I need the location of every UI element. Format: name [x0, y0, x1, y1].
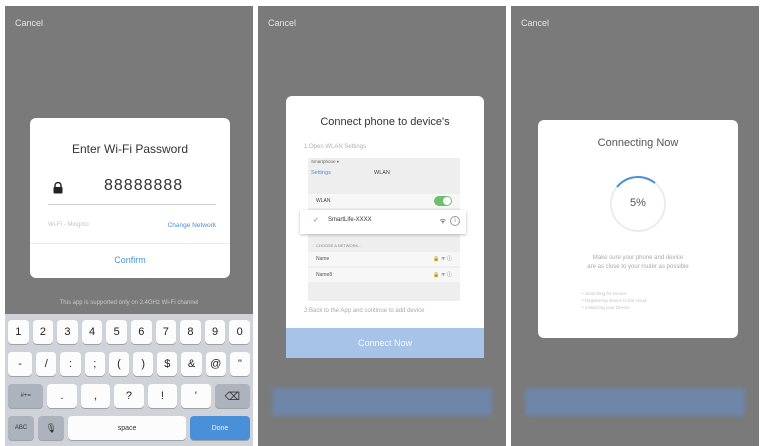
channel-hint: This app is supported only on 2.4GHz Wi-… — [59, 300, 199, 306]
space-key[interactable]: space — [68, 416, 186, 440]
key[interactable]: ) — [133, 352, 154, 376]
connect-dialog: Connect phone to device's 1.Open WLAN Se… — [286, 96, 484, 358]
key[interactable]: 3 — [57, 320, 78, 344]
back-link: Settings — [311, 170, 331, 176]
keyboard-row-3: #+= . , ? ! ' ⌫ — [8, 384, 250, 408]
status-bar: Smartphone ♦ — [311, 159, 340, 164]
key[interactable]: " — [229, 352, 251, 376]
change-network-link[interactable]: Change Network — [168, 222, 216, 229]
divider — [30, 243, 230, 244]
key[interactable]: 5 — [106, 320, 127, 344]
cancel-button[interactable]: Cancel — [521, 18, 549, 28]
nav-title: WLAN — [374, 170, 390, 176]
key[interactable]: $ — [157, 352, 178, 376]
key[interactable]: . — [47, 384, 77, 408]
screen-enter-password: Cancel Enter Wi-Fi Password 88888888 Wi-… — [5, 6, 253, 446]
message-line: Make sure your phone and device — [592, 255, 684, 261]
key[interactable]: : — [60, 352, 81, 376]
key[interactable]: - — [8, 352, 33, 376]
wifi-icon: ᯤ — [439, 218, 446, 225]
abc-key[interactable]: ABC — [8, 416, 35, 440]
wlan-row: WLAN — [308, 194, 460, 208]
step-item: • Searching for Device — [582, 291, 627, 296]
step-2-text: 2.Back to the App and continue to add de… — [304, 308, 425, 314]
screen-connect-phone: Cancel Connect phone to device's 1.Open … — [258, 6, 506, 446]
network-name: Name — [316, 256, 330, 262]
step-item: • Registering device to the cloud — [582, 298, 647, 303]
progress-ring: 5% — [607, 173, 669, 235]
cancel-button[interactable]: Cancel — [15, 18, 43, 28]
wifi-name: Wi-Fi - Mingmo — [48, 222, 89, 228]
microphone-icon[interactable]: 🎙 — [38, 416, 65, 440]
connecting-dialog: Connecting Now 5% Make sure your phone a… — [538, 120, 738, 338]
network-name: SmartLife-XXXX — [328, 217, 372, 223]
confirm-button[interactable]: Confirm — [30, 255, 230, 265]
key[interactable]: & — [181, 352, 202, 376]
key[interactable]: ' — [181, 384, 211, 408]
wlan-settings-illustration: Smartphone ♦ Settings WLAN WLAN ✓ SmartL… — [300, 158, 466, 301]
input-underline — [48, 204, 216, 205]
step-item: • Initializing your Device — [582, 305, 630, 310]
network-row: Name8 🔒 ᯤ ⓘ — [308, 268, 460, 282]
message-line: are as close to your router as possible — [587, 264, 689, 270]
symbols-key[interactable]: #+= — [8, 384, 44, 408]
lock-wifi-info-icons: 🔒 ᯤ ⓘ — [433, 272, 452, 278]
keyboard-row-4: ABC 🎙 space Done — [8, 416, 250, 440]
background-button-blurred — [525, 388, 745, 416]
background-button-blurred — [272, 388, 492, 416]
backspace-icon[interactable]: ⌫ — [214, 384, 250, 408]
key[interactable]: 7 — [155, 320, 177, 344]
selected-network-row: ✓ SmartLife-XXXX ᯤ i — [300, 210, 466, 234]
done-key[interactable]: Done — [189, 416, 250, 440]
connect-now-button[interactable]: Connect Now — [286, 328, 484, 358]
progress-percent: 5% — [630, 197, 646, 209]
key[interactable]: 9 — [204, 320, 226, 344]
key[interactable]: 0 — [229, 320, 250, 344]
key[interactable]: 2 — [32, 320, 54, 344]
key[interactable]: 6 — [130, 320, 152, 344]
info-icon: i — [450, 216, 460, 226]
network-row: Name 🔒 ᯤ ⓘ — [308, 252, 460, 266]
key[interactable]: ! — [147, 384, 178, 408]
wlan-toggle — [434, 196, 452, 206]
keyboard: 1 2 3 4 5 6 7 8 9 0 - / : ; ( ) $ & @ " … — [5, 314, 253, 446]
dialog-title: Connecting Now — [597, 137, 679, 149]
network-name: Name8 — [316, 272, 333, 278]
password-dialog: Enter Wi-Fi Password 88888888 Wi-Fi - Mi… — [30, 118, 230, 278]
key[interactable]: 8 — [180, 320, 201, 344]
password-input[interactable]: 88888888 — [104, 177, 183, 195]
progress-steps: • Searching for Device • Registering dev… — [582, 290, 646, 311]
checkmark-icon: ✓ — [313, 217, 319, 224]
dialog-title: Enter Wi-Fi Password — [71, 142, 189, 156]
step-1-text: 1.Open WLAN Settings — [304, 144, 367, 150]
key[interactable]: @ — [205, 352, 226, 376]
lock-wifi-info-icons: 🔒 ᯤ ⓘ — [433, 256, 452, 262]
keyboard-row-2: - / : ; ( ) $ & @ " — [8, 352, 251, 376]
key[interactable]: ? — [114, 384, 144, 408]
key[interactable]: 1 — [8, 320, 29, 344]
key[interactable]: / — [36, 352, 57, 376]
dialog-title: Connect phone to device's — [320, 116, 450, 128]
proximity-message: Make sure your phone and device are as c… — [538, 254, 738, 272]
key[interactable]: ( — [108, 352, 130, 376]
key[interactable]: , — [80, 384, 111, 408]
key[interactable]: ; — [84, 352, 105, 376]
screen-connecting: Cancel Connecting Now 5% Make sure your … — [511, 6, 759, 446]
choose-network-label: CHOOSE A NETWORK... — [316, 243, 362, 248]
wlan-label: WLAN — [316, 198, 331, 204]
keyboard-row-1: 1 2 3 4 5 6 7 8 9 0 — [8, 320, 250, 344]
key[interactable]: 4 — [81, 320, 103, 344]
lock-icon — [53, 182, 63, 194]
cancel-button[interactable]: Cancel — [268, 18, 296, 28]
